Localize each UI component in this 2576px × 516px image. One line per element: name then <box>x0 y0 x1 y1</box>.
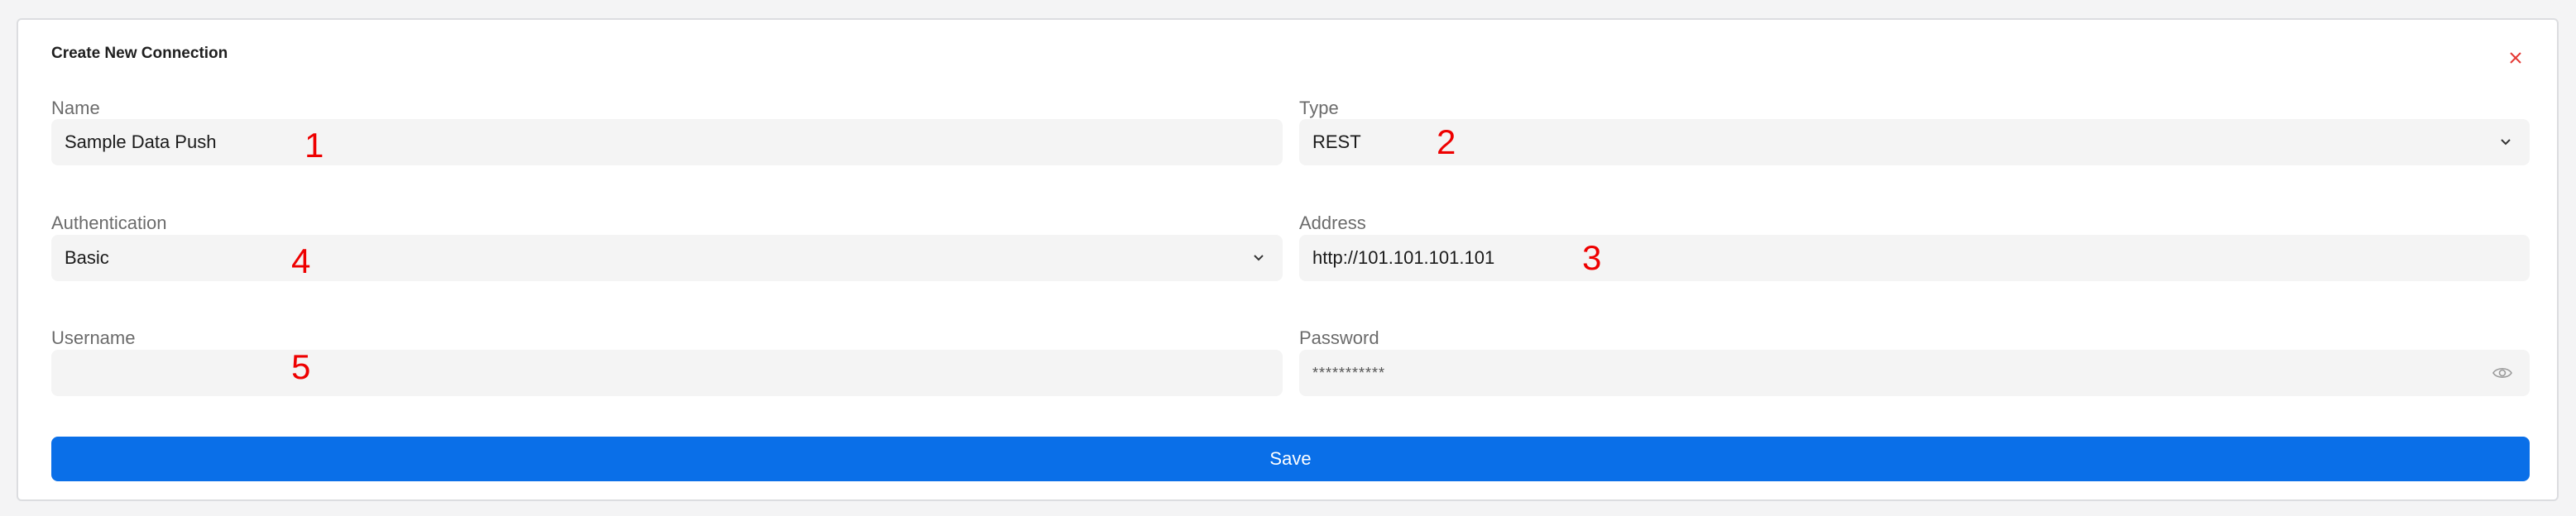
annotation-marker: 4 <box>291 241 311 280</box>
address-label: Address <box>1299 213 1366 233</box>
authentication-label: Authentication <box>51 213 167 233</box>
save-button[interactable]: Save <box>51 437 2530 481</box>
password-label: Password <box>1299 327 1379 348</box>
dialog-title: Create New Connection <box>51 45 228 62</box>
username-label: Username <box>51 327 136 348</box>
password-input[interactable]: *********** <box>1299 350 2530 396</box>
authentication-value: Basic <box>65 247 109 268</box>
username-input[interactable] <box>51 350 1283 396</box>
authentication-select[interactable]: Basic <box>51 235 1283 281</box>
chevron-down-icon <box>2501 139 2511 146</box>
password-value: *********** <box>1312 364 1386 381</box>
create-connection-dialog: Create New Connection Name Sample Data P… <box>17 18 2559 501</box>
annotation-marker: 2 <box>1437 122 1456 161</box>
close-icon[interactable] <box>2506 48 2526 68</box>
name-value: Sample Data Push <box>65 131 217 152</box>
name-input[interactable]: Sample Data Push <box>51 119 1283 165</box>
annotation-marker: 5 <box>291 347 311 386</box>
address-value: http://101.101.101.101 <box>1312 247 1495 268</box>
type-label: Type <box>1299 98 1339 118</box>
type-value: REST <box>1312 131 1361 152</box>
type-select[interactable]: REST <box>1299 119 2530 165</box>
eye-icon[interactable] <box>2492 362 2513 384</box>
annotation-marker: 3 <box>1582 238 1602 277</box>
name-label: Name <box>51 98 100 118</box>
address-input[interactable]: http://101.101.101.101 <box>1299 235 2530 281</box>
annotation-marker: 1 <box>305 126 324 165</box>
chevron-down-icon <box>1254 255 1264 261</box>
